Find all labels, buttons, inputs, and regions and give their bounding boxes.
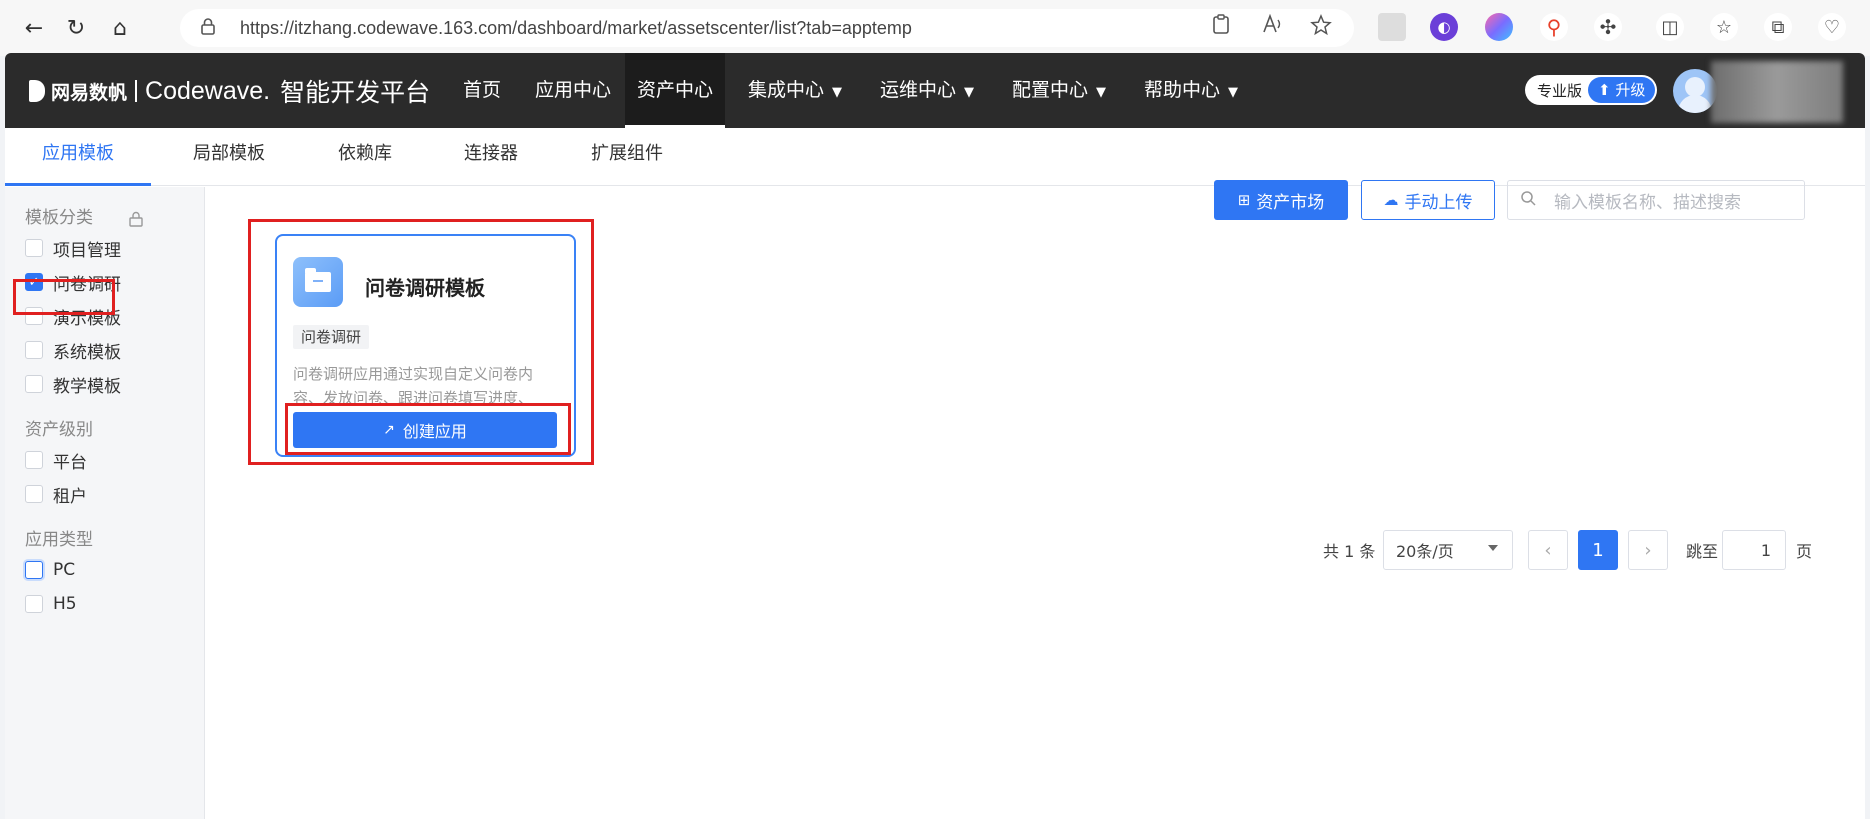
checkbox	[25, 451, 43, 469]
home-icon[interactable]: ⌂	[104, 12, 136, 44]
tab-extensions[interactable]: 扩展组件	[579, 128, 675, 186]
filter-system[interactable]: 系统模板	[25, 337, 121, 363]
template-tag: 问卷调研	[293, 325, 370, 349]
favorites-list-icon[interactable]: ☆	[1710, 13, 1738, 41]
read-aloud-icon[interactable]	[1262, 13, 1284, 39]
tab-connectors[interactable]: 连接器	[453, 128, 529, 186]
jump-page-input[interactable]: 1	[1722, 530, 1786, 570]
extension-cloud-icon[interactable]	[1378, 13, 1406, 41]
checkbox	[25, 239, 43, 257]
annotation-highlight-create	[285, 403, 571, 455]
brand-netease: 网易数帆	[51, 81, 128, 104]
chevron-down-icon: ▼	[964, 85, 975, 100]
filter-pc[interactable]: PC	[25, 557, 75, 583]
nav-app-center[interactable]: 应用中心	[523, 53, 623, 128]
category-title: 模板分类	[25, 208, 93, 228]
brand-divider	[135, 80, 138, 102]
favorite-star-icon[interactable]	[1310, 14, 1332, 41]
pagination-total: 共 1 条	[1323, 542, 1376, 561]
checkbox	[25, 561, 43, 579]
filter-project-management[interactable]: 项目管理	[25, 235, 121, 261]
page-suffix: 页	[1796, 542, 1813, 561]
page-1-button[interactable]: 1	[1578, 530, 1618, 570]
nav-home[interactable]: 首页	[451, 53, 513, 128]
folder-icon	[305, 268, 331, 292]
prev-page-button[interactable]: ‹	[1528, 530, 1568, 570]
lock-icon	[200, 17, 222, 39]
address-bar[interactable]: https://itzhang.codewave.163.com/dashboa…	[180, 9, 1354, 47]
tab-app-templates[interactable]: 应用模板	[5, 128, 151, 186]
template-description: 问卷调研应用通过实现自定义问卷内容、发放问卷、跟进问卷填写进度、统…	[293, 365, 534, 407]
extension-brain-icon[interactable]	[1485, 13, 1513, 41]
back-icon[interactable]: ←	[18, 12, 50, 44]
netease-logo-icon	[29, 80, 45, 102]
edition-badge[interactable]: 专业版 ⬆ 升级	[1525, 75, 1658, 105]
chevron-down-icon: ▼	[1096, 85, 1107, 100]
asset-level-title: 资产级别	[25, 420, 93, 440]
edition-label: 专业版	[1537, 81, 1583, 100]
annotation-highlight-filter	[13, 279, 115, 315]
chevron-down-icon: ▼	[1228, 85, 1239, 100]
extension-purple-icon[interactable]: ◐	[1430, 13, 1458, 41]
chevron-down-icon: ▼	[832, 85, 843, 100]
checkbox	[25, 485, 43, 503]
template-thumbnail	[293, 257, 343, 307]
filter-platform[interactable]: 平台	[25, 447, 87, 473]
search-placeholder: 输入模板名称、描述搜索	[1554, 192, 1741, 213]
search-icon	[1520, 190, 1536, 210]
nav-integration-center[interactable]: 集成中心 ▼	[736, 53, 854, 128]
filter-tenant[interactable]: 租户	[25, 481, 87, 507]
checkbox	[25, 341, 43, 359]
nav-asset-center[interactable]: 资产中心	[625, 53, 726, 128]
brand-logo[interactable]: 网易数帆 Codewave. 智能开发平台	[29, 73, 430, 109]
asset-subtabs: 应用模板 局部模板 依赖库 连接器 扩展组件	[5, 128, 1865, 186]
app-type-title: 应用类型	[25, 530, 93, 550]
caret-down-icon	[1488, 545, 1498, 551]
next-page-button[interactable]: ›	[1628, 530, 1668, 570]
asset-market-button[interactable]: ⊞ 资产市场	[1214, 180, 1348, 220]
template-search-input[interactable]: 输入模板名称、描述搜索	[1507, 180, 1805, 220]
brand-platform: 智能开发平台	[280, 78, 431, 107]
manual-upload-button[interactable]: ☁ 手动上传	[1361, 180, 1495, 220]
extensions-puzzle-icon[interactable]: ✣	[1594, 13, 1622, 41]
username-redacted	[1711, 61, 1843, 123]
browser-toolbar: ← ↻ ⌂ https://itzhang.codewave.163.com/d…	[0, 0, 1870, 56]
split-screen-icon[interactable]: ◫	[1656, 13, 1684, 41]
grid-icon: ⊞	[1237, 191, 1251, 209]
collections-icon[interactable]: ⧉	[1764, 13, 1792, 41]
tab-partial-templates[interactable]: 局部模板	[181, 128, 277, 186]
extension-pin-icon[interactable]: ⚲	[1540, 13, 1568, 41]
top-navigation: 网易数帆 Codewave. 智能开发平台 首页 应用中心 资产中心 集成中心 ▼…	[5, 53, 1865, 128]
upgrade-button[interactable]: ⬆ 升级	[1588, 77, 1656, 103]
checkbox	[25, 375, 43, 393]
browser-health-icon[interactable]: ♡	[1818, 13, 1846, 41]
lock-icon[interactable]	[129, 211, 143, 231]
upload-arrow-icon: ⬆	[1598, 81, 1611, 99]
nav-help-center[interactable]: 帮助中心 ▼	[1132, 53, 1250, 128]
cloud-upload-icon: ☁	[1383, 191, 1399, 209]
tab-dependencies[interactable]: 依赖库	[327, 128, 403, 186]
page-size-select[interactable]: 20条/页	[1383, 530, 1513, 570]
template-title: 问卷调研模板	[365, 276, 485, 300]
clipboard-icon[interactable]	[1212, 14, 1230, 39]
url-text: https://itzhang.codewave.163.com/dashboa…	[240, 17, 912, 38]
nav-ops-center[interactable]: 运维中心 ▼	[868, 53, 986, 128]
brand-codewave: Codewave.	[145, 76, 271, 105]
jump-label: 跳至	[1686, 542, 1719, 561]
checkbox	[25, 595, 43, 613]
filter-h5[interactable]: H5	[25, 591, 77, 617]
refresh-icon[interactable]: ↻	[60, 12, 92, 44]
filter-teaching[interactable]: 教学模板	[25, 371, 121, 397]
nav-config-center[interactable]: 配置中心 ▼	[1000, 53, 1118, 128]
app-window: 网易数帆 Codewave. 智能开发平台 首页 应用中心 资产中心 集成中心 ▼…	[5, 53, 1865, 819]
